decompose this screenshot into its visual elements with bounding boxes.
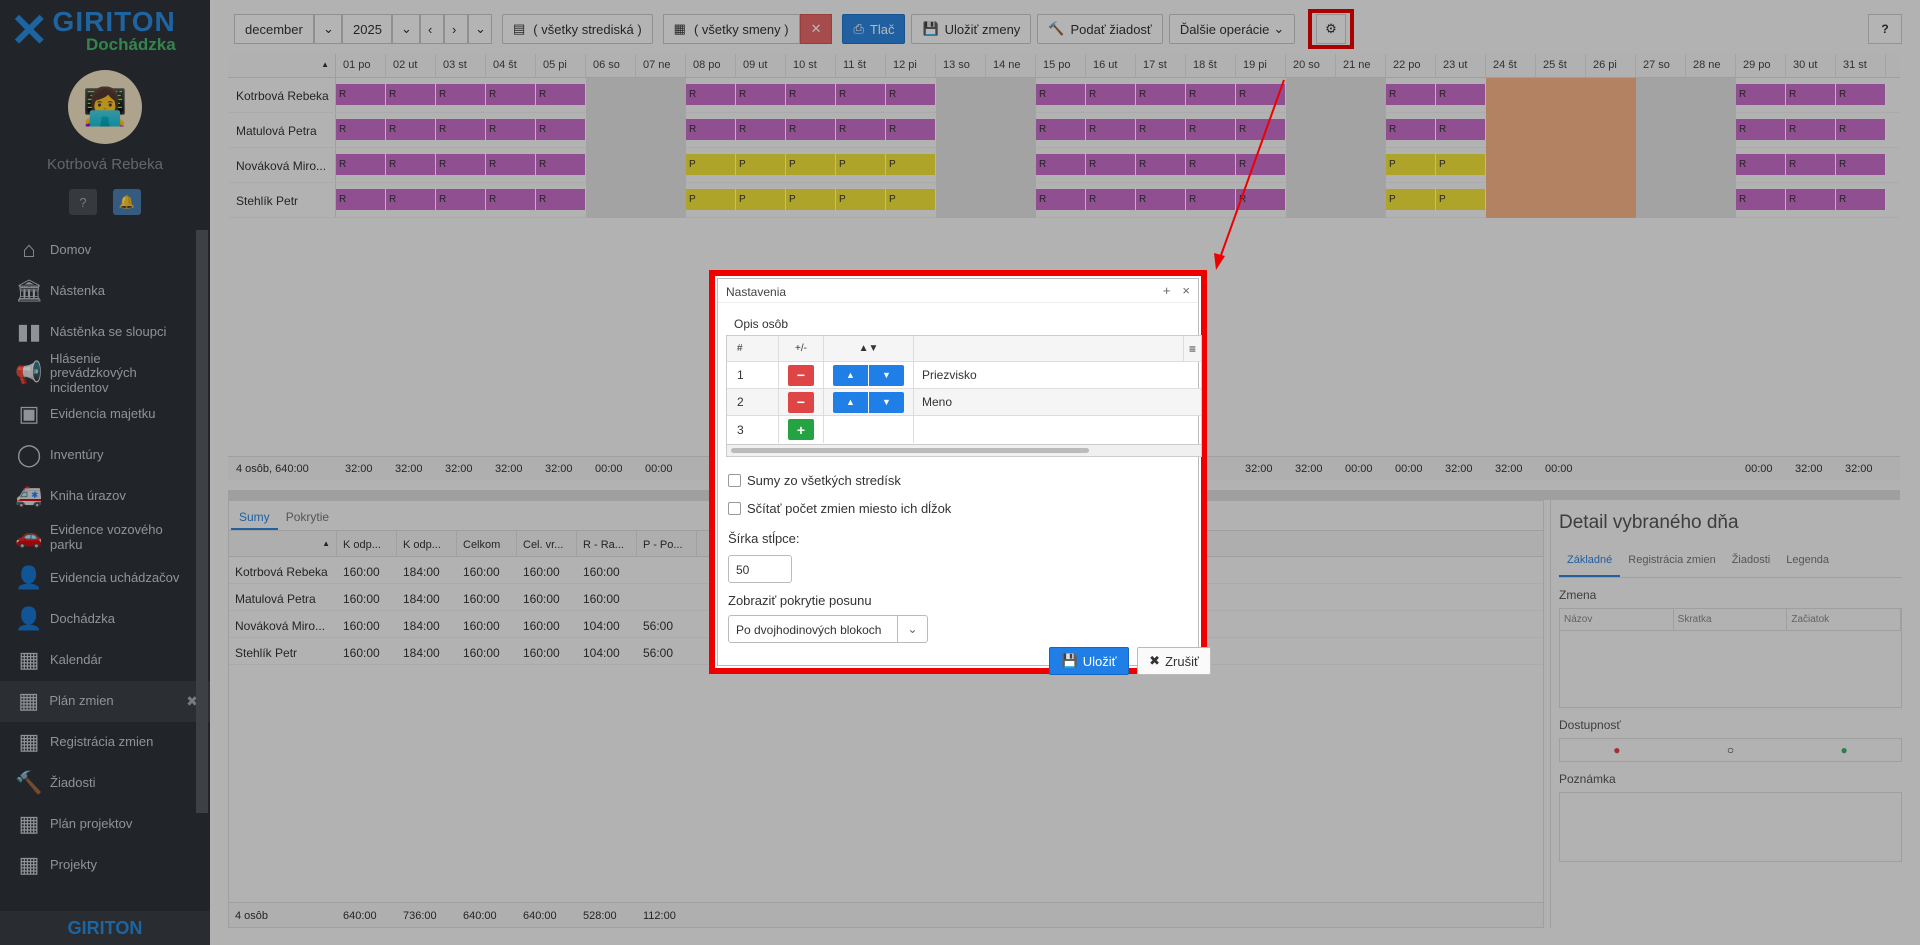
save-label: Uložiť [1082,653,1117,669]
column-order[interactable]: ▲▼ [824,336,914,361]
table-row: 1 − ▲ ▼ Priezvisko [727,362,1201,389]
row-number: 2 [727,389,779,415]
checkbox-icon[interactable] [728,502,741,515]
row-number: 1 [727,362,779,388]
row-value[interactable]: Priezvisko [914,362,1201,388]
maximize-icon[interactable]: + [1163,283,1171,298]
count-shifts-label: Sčítať počet zmien miesto ich dĺžok [747,501,952,516]
cancel-label: Zrušiť [1165,653,1199,669]
move-up-button[interactable]: ▲ [833,364,868,386]
save-button[interactable]: 💾 Uložiť [1049,647,1129,675]
coverage-select[interactable]: Po dvojhodinových blokoch ⌄ [728,615,928,643]
table-horizontal-scrollbar[interactable] [727,444,1201,456]
add-row-button[interactable]: + [788,419,814,440]
save-icon: 💾 [1061,653,1078,668]
checkbox-icon[interactable] [728,474,741,487]
table-row-new: 3 + [727,416,1201,443]
table-row: 2 − ▲ ▼ Meno [727,389,1201,416]
person-description-table: # +/- ▲▼ ≡ 1 − ▲ ▼ Priezvisko 2 − ▲ ▼ Meno… [726,335,1202,457]
column-width-label: Šírka stĺpce: [728,531,800,546]
column-width-input[interactable]: 50 [728,555,792,583]
row-value[interactable]: Meno [914,389,1201,415]
dialog-title: Nastavenia [718,279,1198,303]
all-centers-checkbox[interactable]: Sumy zo všetkých stredísk [728,473,901,488]
close-icon: ✖ [1149,653,1161,668]
settings-dialog: Nastavenia + × Opis osôb # +/- ▲▼ ≡ 1 − … [709,270,1211,675]
column-plus-minus: +/- [779,336,824,361]
move-down-button[interactable]: ▼ [869,391,904,413]
remove-row-button[interactable]: − [788,364,814,386]
remove-row-button[interactable]: − [788,391,814,413]
coverage-value: Po dvojhodinových blokoch [736,623,882,637]
row-number: 3 [727,416,779,443]
move-up-button[interactable]: ▲ [833,391,868,413]
all-centers-label: Sumy zo všetkých stredísk [747,473,901,488]
column-number: # [727,336,779,361]
close-icon[interactable]: × [1182,283,1190,298]
move-down-button[interactable]: ▼ [869,364,904,386]
cancel-button[interactable]: ✖ Zrušiť [1137,647,1211,675]
section-title: Opis osôb [734,317,789,331]
chevron-down-icon[interactable]: ⌄ [897,616,927,642]
coverage-label: Zobraziť pokrytie posunu [728,593,872,608]
menu-icon[interactable]: ≡ [1183,336,1201,361]
count-shifts-checkbox[interactable]: Sčítať počet zmien miesto ich dĺžok [728,501,951,516]
